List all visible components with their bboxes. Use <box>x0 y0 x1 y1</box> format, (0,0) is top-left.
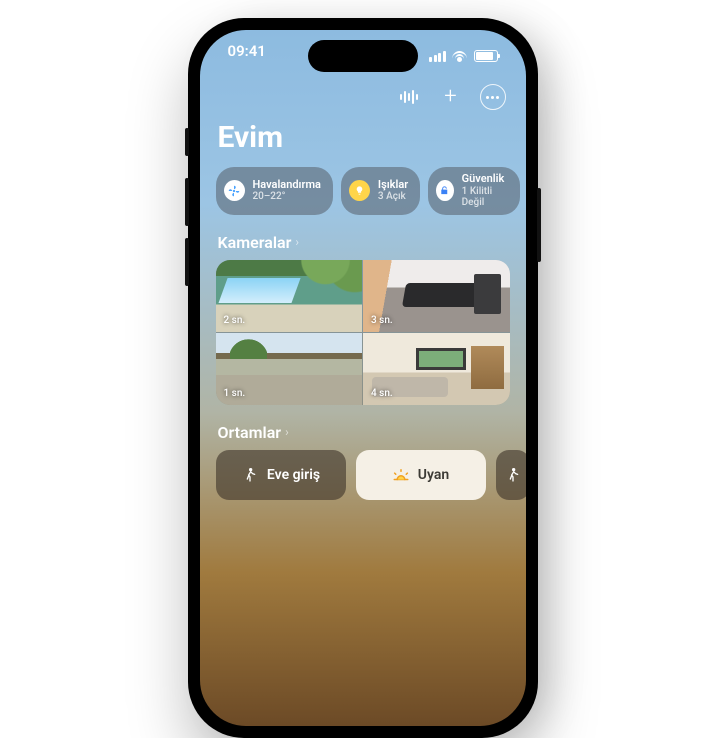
status-bar: 09:41 <box>200 42 526 70</box>
cameras-header[interactable]: Kameralar › <box>218 233 510 252</box>
cameras-label: Kameralar <box>218 233 292 252</box>
security-pill-title: Güvenlik <box>462 173 508 186</box>
power-button <box>537 188 541 262</box>
phone-frame: 09:41 + <box>188 18 538 738</box>
camera-timestamp: 3 sn. <box>371 315 393 326</box>
status-time: 09:41 <box>228 42 266 70</box>
rooms-label: Ortamlar <box>218 423 282 442</box>
waveform-icon <box>400 90 418 104</box>
climate-pill-sub: 20–22° <box>253 191 321 203</box>
cellular-icon <box>429 51 446 62</box>
camera-tile[interactable]: 2 sn. <box>216 260 363 332</box>
more-button[interactable] <box>480 84 506 110</box>
screen: 09:41 + <box>200 30 526 726</box>
sunrise-icon <box>392 466 410 484</box>
wifi-icon <box>452 50 468 62</box>
camera-tile[interactable]: 3 sn. <box>363 260 510 332</box>
plus-icon: + <box>444 86 456 108</box>
scene-label: Uyan <box>418 467 449 483</box>
camera-timestamp: 4 sn. <box>371 388 393 399</box>
scene-arrive-home[interactable]: Eve giriş <box>216 450 346 500</box>
announce-button[interactable] <box>396 84 422 110</box>
page-title: Evim <box>218 120 510 155</box>
lightbulb-icon <box>349 180 370 201</box>
add-button[interactable]: + <box>438 84 464 110</box>
fan-icon <box>224 180 245 201</box>
person-walking-icon <box>504 466 522 484</box>
lights-pill-title: Işıklar <box>378 179 408 192</box>
climate-pill-title: Havalandırma <box>253 179 321 192</box>
scene-next[interactable] <box>496 450 526 500</box>
lights-pill[interactable]: Işıklar 3 Açık <box>341 167 420 215</box>
scene-label: Eve giriş <box>267 467 320 483</box>
volume-down-button <box>185 238 189 286</box>
ellipsis-icon <box>486 96 499 99</box>
security-pill[interactable]: Güvenlik 1 Kilitli Değil <box>428 167 520 215</box>
chevron-right-icon: › <box>295 235 299 249</box>
volume-up-button <box>185 178 189 226</box>
camera-grid: 2 sn. 3 sn. 1 sn. 4 sn. <box>216 260 510 405</box>
chevron-right-icon: › <box>285 425 289 439</box>
silence-switch <box>185 128 189 156</box>
camera-timestamp: 1 sn. <box>224 388 246 399</box>
camera-tile[interactable]: 4 sn. <box>363 333 510 405</box>
security-pill-sub: 1 Kilitli Değil <box>462 186 508 209</box>
camera-timestamp: 2 sn. <box>224 315 246 326</box>
lights-pill-sub: 3 Açık <box>378 191 408 203</box>
scene-wake-up[interactable]: Uyan <box>356 450 486 500</box>
battery-icon <box>474 50 498 62</box>
person-walking-icon <box>241 466 259 484</box>
camera-tile[interactable]: 1 sn. <box>216 333 363 405</box>
climate-pill[interactable]: Havalandırma 20–22° <box>216 167 333 215</box>
lock-icon <box>436 180 453 201</box>
rooms-header[interactable]: Ortamlar › <box>218 423 510 442</box>
